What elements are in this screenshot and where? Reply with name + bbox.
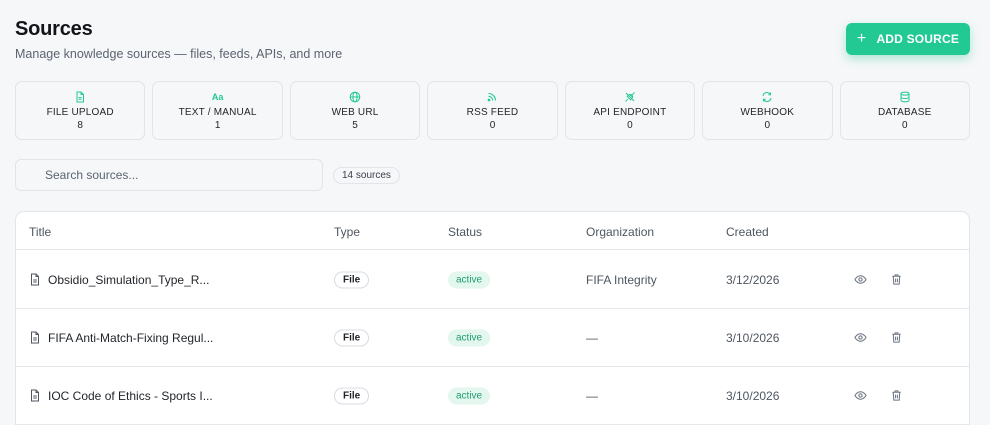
text-icon: Aa — [211, 91, 224, 102]
source-type-count: 0 — [489, 119, 496, 131]
row-created: 3/12/2026 — [726, 272, 780, 287]
source-type-label: WEB URL — [331, 106, 379, 118]
row-status: active — [448, 329, 491, 346]
plug-icon — [624, 91, 636, 103]
file-icon — [31, 389, 39, 402]
status-badge: active — [448, 271, 491, 288]
source-type-count: 0 — [764, 119, 771, 131]
source-type-count: 0 — [901, 119, 908, 131]
source-type-webhook[interactable]: WEBHOOK 0 — [702, 81, 833, 140]
row-created: 3/10/2026 — [726, 330, 780, 345]
row-status: active — [448, 271, 491, 288]
source-type-web-url[interactable]: WEB URL 5 — [289, 81, 421, 140]
sources-table: Title Type Status Organization Created O… — [15, 211, 970, 425]
search-input[interactable] — [15, 159, 323, 191]
status-badge: active — [448, 329, 491, 346]
globe-icon — [349, 91, 361, 103]
eye-icon[interactable] — [853, 273, 867, 287]
source-type-label: WEBHOOK — [740, 106, 795, 118]
trash-icon[interactable] — [889, 389, 903, 403]
row-organization: — — [586, 388, 598, 403]
row-status: active — [448, 387, 491, 404]
column-header-title[interactable]: Title — [29, 225, 51, 239]
source-type-text-manual[interactable]: Aa TEXT / MANUAL 1 — [152, 81, 283, 140]
file-icon — [31, 273, 39, 286]
source-type-count: 0 — [627, 119, 633, 131]
source-type-file-upload[interactable]: FILE UPLOAD 8 — [15, 81, 146, 140]
row-title: IOC Code of Ethics - Sports I... — [29, 389, 213, 403]
source-type-rss-feed[interactable]: RSS FEED 0 — [427, 81, 558, 140]
table-row[interactable]: Obsidio_Simulation_Type_R... File active… — [16, 251, 969, 309]
source-type-label: API ENDPOINT — [593, 106, 667, 118]
table-row[interactable]: FIFA Anti-Match-Fixing Regul... File act… — [16, 309, 969, 367]
database-icon — [899, 91, 911, 103]
rss-icon — [486, 91, 498, 103]
status-badge: active — [448, 387, 491, 404]
trash-icon[interactable] — [889, 273, 903, 287]
source-type-database[interactable]: DATABASE 0 — [839, 81, 970, 140]
row-title-text[interactable]: Obsidio_Simulation_Type_R... — [48, 273, 209, 287]
row-title: Obsidio_Simulation_Type_R... — [29, 273, 209, 287]
column-header-status[interactable]: Status — [448, 225, 482, 239]
table-header: Title Type Status Organization Created — [16, 212, 969, 250]
source-type-label: FILE UPLOAD — [46, 106, 114, 118]
file-icon — [31, 331, 39, 344]
sources-page: Sources Manage knowledge sources — files… — [0, 0, 990, 425]
file-icon — [74, 91, 86, 103]
source-type-count: 5 — [352, 119, 358, 131]
add-source-button[interactable]: + ADD SOURCE — [846, 23, 970, 55]
row-organization: — — [586, 330, 598, 345]
column-header-type[interactable]: Type — [334, 225, 360, 239]
type-badge: File — [334, 387, 370, 404]
page-title: Sources — [15, 18, 93, 40]
page-subtitle: Manage knowledge sources — files, feeds,… — [15, 47, 343, 61]
source-type-count: 8 — [77, 119, 83, 131]
eye-icon[interactable] — [853, 331, 867, 345]
source-type-label: TEXT / MANUAL — [178, 106, 257, 118]
source-type-cards: FILE UPLOAD 8 Aa TEXT / MANUAL 1 WEB URL… — [15, 81, 970, 140]
row-title: FIFA Anti-Match-Fixing Regul... — [29, 331, 213, 345]
row-title-text[interactable]: FIFA Anti-Match-Fixing Regul... — [48, 331, 213, 345]
eye-icon[interactable] — [853, 389, 867, 403]
trash-icon[interactable] — [889, 331, 903, 345]
source-type-api-endpoint[interactable]: API ENDPOINT 0 — [564, 81, 696, 140]
refresh-icon — [761, 91, 773, 103]
column-header-created[interactable]: Created — [726, 225, 769, 239]
add-source-label: ADD SOURCE — [876, 32, 960, 46]
row-title-text[interactable]: IOC Code of Ethics - Sports I... — [48, 389, 213, 403]
table-row[interactable]: IOC Code of Ethics - Sports I... File ac… — [16, 367, 969, 425]
type-badge: File — [334, 329, 370, 346]
row-created: 3/10/2026 — [726, 388, 780, 403]
type-badge: File — [334, 271, 370, 288]
source-type-count: 1 — [214, 119, 221, 131]
source-type-label: RSS FEED — [466, 106, 519, 118]
row-type: File — [334, 271, 370, 288]
row-type: File — [334, 387, 370, 404]
row-type: File — [334, 329, 370, 346]
column-header-organization[interactable]: Organization — [586, 225, 654, 239]
source-count-badge: 14 sources — [333, 167, 400, 184]
plus-icon: + — [856, 29, 867, 47]
source-type-label: DATABASE — [878, 106, 932, 118]
row-organization: FIFA Integrity — [586, 272, 657, 287]
